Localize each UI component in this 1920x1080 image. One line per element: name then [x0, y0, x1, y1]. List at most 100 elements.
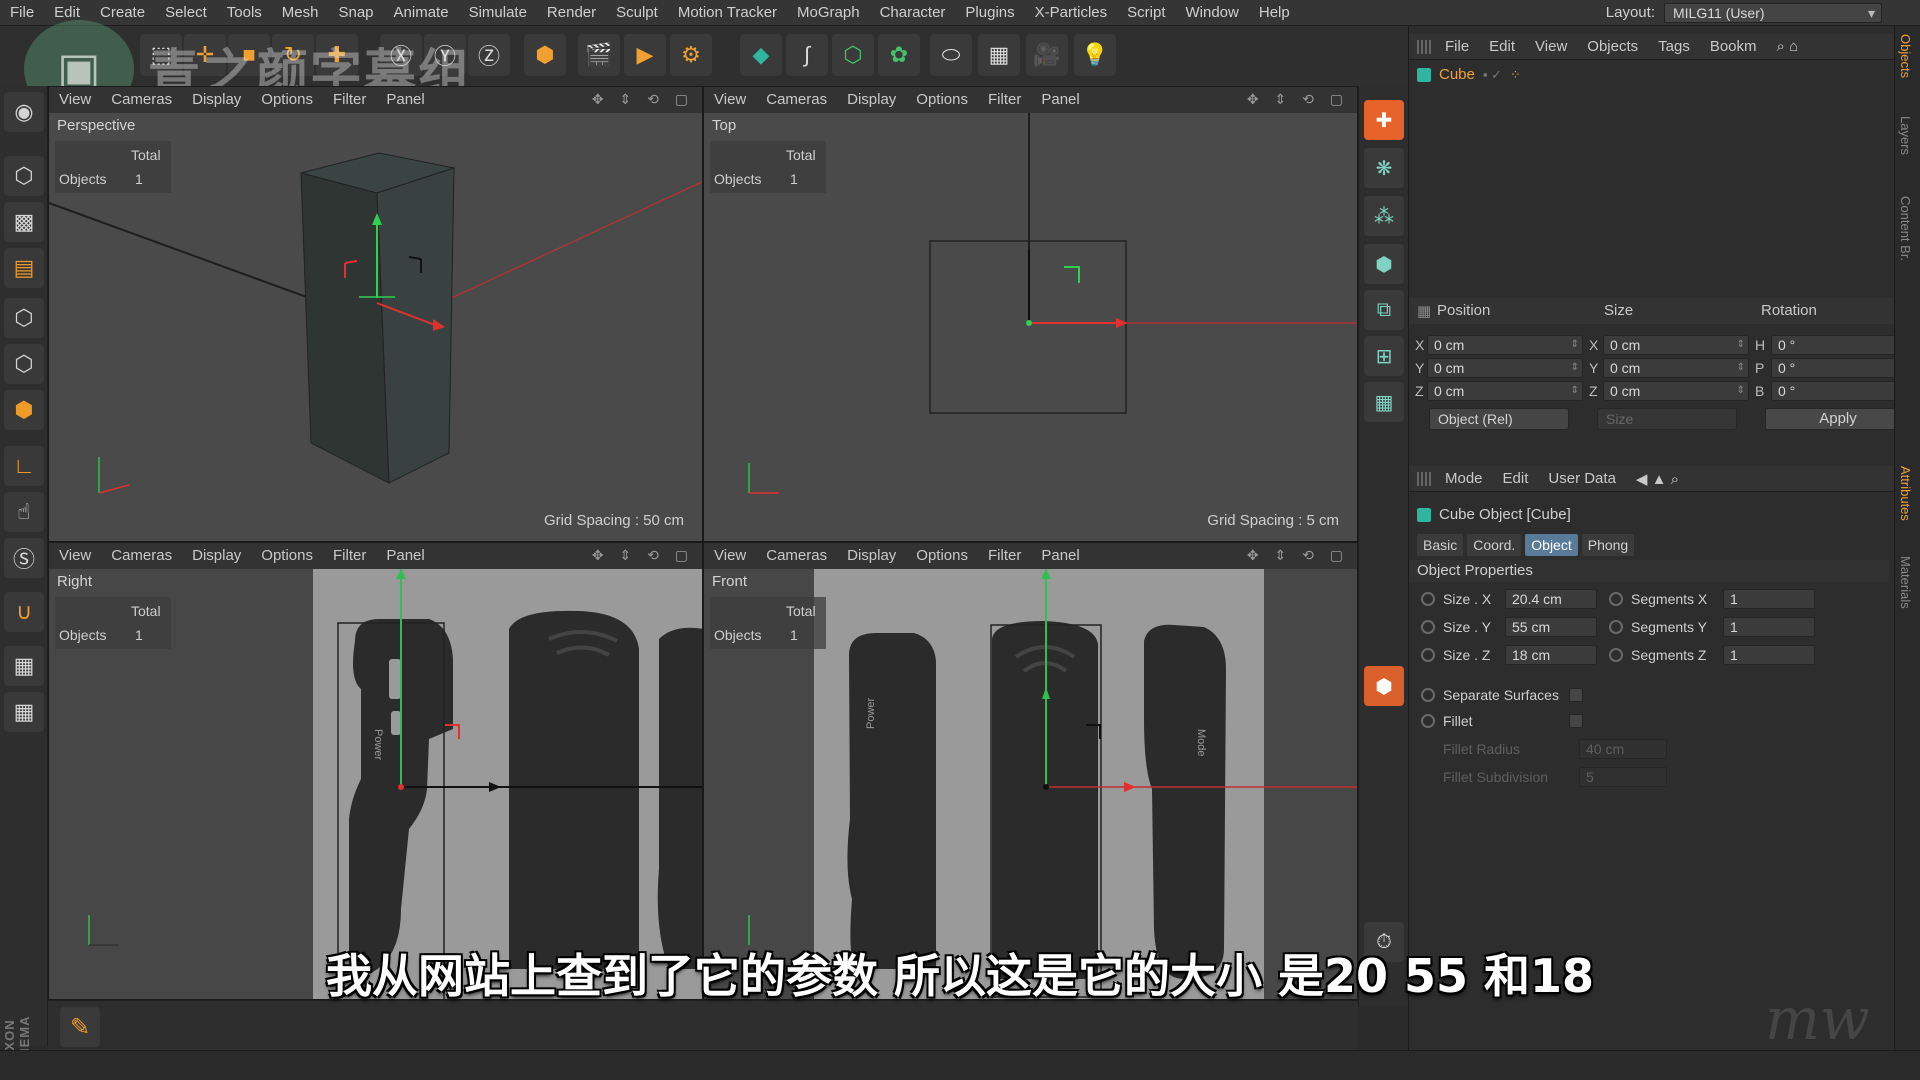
animation-dot-icon[interactable] [1421, 688, 1435, 702]
rotation-h-field[interactable]: 0 ° [1771, 335, 1911, 355]
menu-motion-tracker[interactable]: Motion Tracker [668, 0, 787, 26]
model-mode-icon[interactable]: ⬡ [4, 156, 44, 196]
tab-coord[interactable]: Coord. [1467, 534, 1522, 556]
menu-character[interactable]: Character [870, 0, 956, 26]
cube-object-icon[interactable]: ✚ [1364, 100, 1404, 140]
viewport-menu-options[interactable]: Options [251, 543, 323, 569]
menu-sculpt[interactable]: Sculpt [606, 0, 668, 26]
deformer-icon[interactable]: ⬭ [930, 34, 972, 76]
workplane-mode-icon[interactable]: ▤ [4, 248, 44, 288]
position-z-field[interactable]: 0 cm [1427, 381, 1583, 401]
viewport-menu-view[interactable]: View [704, 543, 756, 569]
fillet-checkbox[interactable] [1569, 714, 1583, 728]
object-manager-menu-bookm[interactable]: Bookm [1700, 38, 1767, 55]
lock-workplane-icon[interactable]: ▦ [4, 646, 44, 686]
separate-surfaces-checkbox[interactable] [1569, 688, 1583, 702]
viewport-menu-view[interactable]: View [49, 87, 101, 113]
attribute-menu-edit[interactable]: Edit [1493, 470, 1539, 487]
attribute-nav-icons[interactable]: ◀ ▲ ⌕ [1626, 470, 1689, 488]
menu-window[interactable]: Window [1176, 0, 1249, 26]
menu-mograph[interactable]: MoGraph [787, 0, 870, 26]
pattern-icon[interactable]: ▦ [1364, 382, 1404, 422]
menu-x-particles[interactable]: X-Particles [1025, 0, 1118, 26]
size-value-field[interactable]: 20.4 cm [1505, 589, 1597, 609]
search-icon[interactable]: ⌕ ⌂ [1767, 38, 1809, 55]
sds-icon[interactable]: ❋ [1364, 148, 1404, 188]
viewport-nav-icons[interactable]: ✥ ⇕ ⟲ ▢ [1247, 547, 1349, 564]
viewport-menu-filter[interactable]: Filter [978, 543, 1031, 569]
animation-dot-icon[interactable] [1421, 714, 1435, 728]
viewport-menu-options[interactable]: Options [251, 87, 323, 113]
animation-dot-icon[interactable] [1421, 648, 1435, 662]
viewport-menu-panel[interactable]: Panel [1031, 543, 1089, 569]
tag-dots-icon[interactable]: ⁘ [1510, 67, 1521, 83]
coordinate-mode-select[interactable]: Object (Rel) [1429, 408, 1569, 430]
object-row-cube[interactable]: Cube ▪ ✓ ⁘ [1417, 66, 1521, 83]
animation-dot-icon[interactable] [1609, 592, 1623, 606]
axis-mode-icon[interactable]: ∟ [4, 446, 44, 486]
grid-icon[interactable]: ⊞ [1364, 336, 1404, 376]
side-tab-objects[interactable]: Objects [1898, 34, 1913, 78]
viewport-menu-view[interactable]: View [49, 543, 101, 569]
render-picture-viewer-icon[interactable]: ▶ [624, 34, 666, 76]
planar-workplane-icon[interactable]: ▦ [4, 692, 44, 732]
viewport-menu-options[interactable]: Options [906, 543, 978, 569]
cloner-icon[interactable]: ⁂ [1364, 196, 1404, 236]
visibility-icon[interactable]: ▪ ✓ [1483, 67, 1502, 83]
animation-dot-icon[interactable] [1609, 648, 1623, 662]
panel-grip-icon[interactable] [1417, 471, 1431, 486]
viewport-menu-cameras[interactable]: Cameras [101, 543, 182, 569]
attribute-menu-mode[interactable]: Mode [1435, 470, 1493, 487]
make-editable-icon[interactable]: ◉ [4, 92, 44, 132]
viewport-right[interactable]: View Cameras Display Options Filter Panel ✥ ⇕ … [48, 542, 703, 1000]
object-manager-menu-view[interactable]: View [1525, 38, 1577, 55]
render-view-icon[interactable]: 🎬 [578, 34, 620, 76]
tag-icon[interactable]: ⬢ [1364, 666, 1404, 706]
size-value-field[interactable]: 55 cm [1505, 617, 1597, 637]
panel-grip-icon[interactable] [1417, 39, 1431, 54]
viewport-menu-filter[interactable]: Filter [978, 87, 1031, 113]
animation-dot-icon[interactable] [1421, 592, 1435, 606]
fillet-subdivision-field[interactable]: 5 [1579, 767, 1667, 787]
object-name[interactable]: Cube [1439, 66, 1475, 83]
spline-pen-icon[interactable]: ∫ [786, 34, 828, 76]
viewport-menu-display[interactable]: Display [182, 543, 251, 569]
texture-mode-icon[interactable]: ▩ [4, 202, 44, 242]
menu-plugins[interactable]: Plugins [955, 0, 1024, 26]
camera-icon[interactable]: 🎥 [1026, 34, 1068, 76]
viewport-menu-cameras[interactable]: Cameras [101, 87, 182, 113]
light-icon[interactable]: 💡 [1074, 34, 1116, 76]
boole-icon[interactable]: ⧉ [1364, 290, 1404, 330]
tab-object[interactable]: Object [1525, 534, 1578, 556]
viewport-nav-icons[interactable]: ✥ ⇕ ⟲ ▢ [592, 547, 694, 564]
brush-icon[interactable]: ✎ [60, 1007, 100, 1047]
animation-dot-icon[interactable] [1609, 620, 1623, 634]
viewport-menu-view[interactable]: View [704, 87, 756, 113]
edges-mode-icon[interactable]: ⬡ [4, 344, 44, 384]
cube-primitive-icon[interactable]: ◆ [740, 34, 782, 76]
snapping-icon[interactable]: Ⓢ [4, 538, 44, 578]
position-y-field[interactable]: 0 cm [1427, 358, 1583, 378]
floor-icon[interactable]: ▦ [978, 34, 1020, 76]
object-manager-menu-edit[interactable]: Edit [1479, 38, 1525, 55]
viewport-menu-filter[interactable]: Filter [323, 543, 376, 569]
viewport-menu-filter[interactable]: Filter [323, 87, 376, 113]
viewport-menu-panel[interactable]: Panel [376, 543, 434, 569]
viewport-front[interactable]: View Cameras Display Options Filter Panel ✥ ⇕ … [703, 542, 1358, 1000]
points-mode-icon[interactable]: ⬡ [4, 298, 44, 338]
object-manager-menu-file[interactable]: File [1435, 38, 1479, 55]
animation-dot-icon[interactable] [1421, 620, 1435, 634]
polygons-mode-icon[interactable]: ⬢ [4, 390, 44, 430]
viewport-menu-options[interactable]: Options [906, 87, 978, 113]
side-tab-content-br[interactable]: Content Br. [1898, 196, 1913, 261]
extrude-icon[interactable]: ⬢ [1364, 244, 1404, 284]
viewport-nav-icons[interactable]: ✥ ⇕ ⟲ ▢ [592, 91, 694, 108]
coordinate-system-icon[interactable]: ⬢ [524, 34, 566, 76]
size-z-field[interactable]: 0 cm [1603, 381, 1749, 401]
subdivision-surface-icon[interactable]: ⬡ [832, 34, 874, 76]
tab-phong[interactable]: Phong [1581, 534, 1635, 556]
viewport-menu-display[interactable]: Display [182, 87, 251, 113]
segments-value-field[interactable]: 1 [1723, 589, 1815, 609]
segments-value-field[interactable]: 1 [1723, 645, 1815, 665]
fillet-radius-field[interactable]: 40 cm [1579, 739, 1667, 759]
